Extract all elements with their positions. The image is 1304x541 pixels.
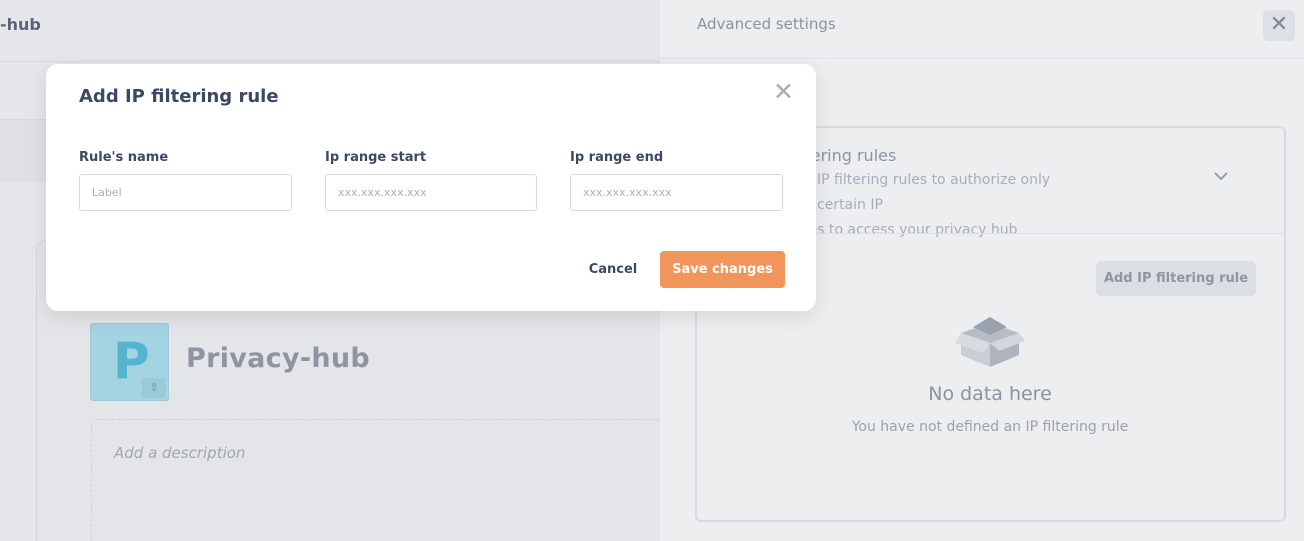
ip-range-end-input[interactable]	[570, 174, 783, 211]
close-icon[interactable]: ✕	[1263, 10, 1295, 41]
ip-range-start-input[interactable]	[325, 174, 537, 211]
close-icon[interactable]: ✕	[773, 78, 794, 106]
description-placeholder: Add a description	[114, 444, 246, 462]
rule-name-label: Rule's name	[79, 150, 169, 165]
rule-name-input[interactable]	[79, 174, 292, 211]
ip-range-end-label: Ip range end	[570, 150, 664, 165]
description-field[interactable]	[91, 419, 691, 541]
cancel-button[interactable]: Cancel	[574, 251, 652, 288]
add-ip-rule-modal: Add IP filtering rule ✕ Rule's name Ip r…	[46, 64, 816, 311]
empty-state-subtitle: You have not defined an IP filtering rul…	[851, 419, 1129, 435]
section-description-line: IP filtering rules to authorize only cer…	[817, 172, 1051, 213]
app-name: -hub	[0, 15, 41, 34]
save-changes-button[interactable]: Save changes	[660, 251, 785, 288]
hub-name: Privacy-hub	[186, 343, 371, 374]
ip-range-start-label: Ip range start	[325, 150, 427, 165]
hub-logo[interactable]: P ⇧	[90, 323, 169, 401]
chevron-down-icon[interactable]	[1213, 167, 1229, 185]
empty-state-title: No data here	[928, 383, 1052, 405]
empty-box-icon	[953, 313, 1027, 369]
panel-header: Advanced settings ✕	[660, 0, 1304, 59]
section-description-line: resses to access your privacy hub	[780, 222, 1018, 238]
panel-title: Advanced settings	[697, 15, 836, 33]
add-ip-rule-button[interactable]: Add IP filtering rule	[1096, 261, 1256, 296]
modal-title: Add IP filtering rule	[79, 86, 279, 107]
upload-icon[interactable]: ⇧	[142, 378, 166, 398]
app-topbar: -hub	[0, 0, 660, 62]
section-description: IP filtering rules to authorize only cer…	[780, 168, 1100, 243]
